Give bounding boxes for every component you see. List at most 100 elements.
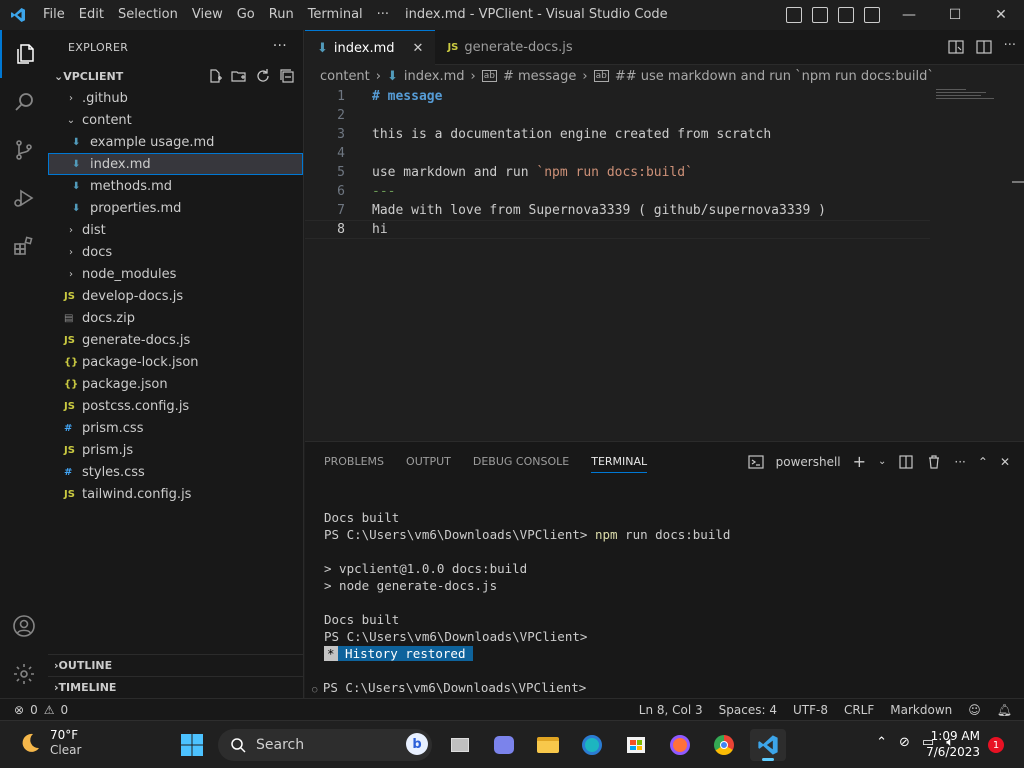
menu-item[interactable]: Go — [230, 0, 262, 30]
code-line[interactable]: 2 — [305, 106, 1005, 125]
toggle-panel-icon[interactable] — [812, 7, 828, 23]
outline-section[interactable]: › OUTLINE — [48, 654, 304, 676]
firefox-icon[interactable] — [662, 729, 698, 761]
file-item[interactable]: JS postcss.config.js — [48, 395, 303, 417]
kill-terminal-icon[interactable] — [926, 454, 942, 470]
problems-indicator[interactable]: ⊗ 0 ⚠ 0 — [0, 703, 68, 717]
code-line[interactable]: 3 this is a documentation engine created … — [305, 125, 1005, 144]
tab-generate-docs-js[interactable]: JS generate-docs.js — [435, 30, 584, 65]
file-item[interactable]: ⬇ properties.md — [48, 197, 303, 219]
code-line[interactable]: 8 hi — [305, 220, 930, 239]
chevron-up-icon[interactable]: ⌃ — [876, 735, 887, 750]
notification-badge[interactable]: 1 — [988, 737, 1004, 753]
file-item[interactable]: ⬇ example usage.md — [48, 131, 303, 153]
file-explorer-icon[interactable] — [530, 729, 566, 761]
file-item[interactable]: {} package.json — [48, 373, 303, 395]
feedback-icon[interactable]: ☺ — [968, 703, 981, 717]
chrome-icon[interactable] — [706, 729, 742, 761]
microsoft-store-icon[interactable] — [618, 729, 654, 761]
task-view-icon[interactable] — [442, 729, 478, 761]
teams-meet-icon[interactable] — [486, 729, 522, 761]
bell-icon[interactable]: 🔔︎ — [997, 703, 1012, 717]
folder-item[interactable]: › docs — [48, 241, 303, 263]
more-actions-icon[interactable]: ··· — [954, 455, 965, 469]
minimize-button[interactable]: — — [886, 0, 932, 30]
menu-item[interactable]: Selection — [111, 0, 185, 30]
weather-widget[interactable]: 70°F Clear — [18, 728, 81, 758]
close-panel-icon[interactable]: ✕ — [1000, 455, 1010, 469]
file-item[interactable]: # styles.css — [48, 461, 303, 483]
menu-item[interactable]: View — [185, 0, 230, 30]
folder-item[interactable]: › .github — [48, 87, 303, 109]
panel-tab[interactable]: PROBLEMS — [324, 455, 384, 468]
folder-item[interactable]: ⌄ content — [48, 109, 303, 131]
menu-item[interactable]: Terminal — [301, 0, 370, 30]
new-folder-icon[interactable] — [231, 68, 247, 84]
new-terminal-icon[interactable]: + — [853, 452, 866, 471]
workspace-root[interactable]: ⌄ VPCLIENT — [48, 65, 303, 87]
folder-item[interactable]: › node_modules — [48, 263, 303, 285]
toggle-secondary-sidebar-icon[interactable] — [838, 7, 854, 23]
new-file-icon[interactable] — [207, 68, 223, 84]
maximize-button[interactable]: ☐ — [932, 0, 978, 30]
folder-item[interactable]: › dist — [48, 219, 303, 241]
file-item[interactable]: {} package-lock.json — [48, 351, 303, 373]
file-item[interactable]: JS develop-docs.js — [48, 285, 303, 307]
panel-tab[interactable]: TERMINAL — [591, 455, 648, 473]
close-tab-icon[interactable]: ✕ — [413, 41, 424, 56]
edge-icon[interactable] — [574, 729, 610, 761]
toggle-primary-sidebar-icon[interactable] — [786, 7, 802, 23]
code-line[interactable]: 6 --- — [305, 182, 1005, 201]
line-ending[interactable]: CRLF — [844, 703, 874, 717]
breadcrumb-heading-1[interactable]: # message — [503, 69, 576, 84]
menu-item[interactable]: ··· — [370, 0, 396, 30]
file-item[interactable]: JS prism.js — [48, 439, 303, 461]
customize-layout-icon[interactable] — [864, 7, 880, 23]
settings-gear-icon[interactable] — [0, 650, 48, 698]
search-icon[interactable] — [0, 78, 48, 126]
terminal-current-prompt[interactable]: ○ PS C:\Users\vm6\Downloads\VPClient> — [312, 680, 586, 695]
file-item[interactable]: JS tailwind.config.js — [48, 483, 303, 505]
explorer-icon[interactable] — [0, 30, 48, 78]
source-control-icon[interactable] — [0, 126, 48, 174]
menu-item[interactable]: Run — [262, 0, 301, 30]
breadcrumb-heading-2[interactable]: ## use markdown and run `npm run docs:bu… — [615, 69, 934, 84]
run-debug-icon[interactable] — [0, 174, 48, 222]
tab-index-md[interactable]: ⬇ index.md ✕ — [305, 30, 436, 65]
language-mode[interactable]: Markdown — [890, 703, 952, 717]
maximize-panel-icon[interactable]: ⌃ — [978, 455, 988, 469]
breadcrumb-folder[interactable]: content — [320, 69, 370, 84]
taskbar-search[interactable]: Search b — [218, 729, 432, 761]
clock[interactable]: 1:09 AM 7/6/2023 — [926, 728, 980, 760]
more-actions-icon[interactable]: ··· — [1004, 39, 1016, 55]
collapse-all-icon[interactable] — [279, 68, 295, 84]
file-item[interactable]: ⬇ index.md — [48, 153, 303, 175]
network-off-icon[interactable]: ⊘ — [899, 735, 910, 750]
code-line[interactable]: 5 use markdown and run `npm run docs:buil… — [305, 163, 1005, 182]
file-item[interactable]: ▤ docs.zip — [48, 307, 303, 329]
panel-tab[interactable]: OUTPUT — [406, 455, 451, 468]
editor-scrollbar[interactable] — [1012, 181, 1024, 183]
terminal-output[interactable]: Docs built PS C:\Users\vm6\Downloads\VPC… — [324, 509, 730, 662]
code-line[interactable]: 7 Made with love from Supernova3339 ( git… — [305, 201, 1005, 220]
file-item[interactable]: JS generate-docs.js — [48, 329, 303, 351]
code-line[interactable]: 1 # message — [305, 87, 1005, 106]
code-line[interactable]: 4 — [305, 144, 1005, 163]
minimap[interactable] — [936, 89, 996, 103]
cursor-position[interactable]: Ln 8, Col 3 — [639, 703, 703, 717]
accounts-icon[interactable] — [0, 602, 48, 650]
breadcrumb-file[interactable]: index.md — [404, 69, 465, 84]
timeline-section[interactable]: › TIMELINE — [48, 676, 304, 698]
close-window-button[interactable]: ✕ — [978, 0, 1024, 30]
code-editor[interactable]: 1 # message 2 3 this is a documentation engi… — [305, 87, 1024, 441]
panel-tab[interactable]: DEBUG CONSOLE — [473, 455, 569, 468]
split-editor-icon[interactable] — [975, 39, 992, 55]
open-preview-to-side-icon[interactable] — [947, 39, 964, 55]
file-item[interactable]: # prism.css — [48, 417, 303, 439]
split-terminal-icon[interactable] — [898, 454, 914, 470]
terminal-shell-label[interactable]: powershell — [776, 455, 841, 469]
indentation[interactable]: Spaces: 4 — [719, 703, 777, 717]
file-item[interactable]: ⬇ methods.md — [48, 175, 303, 197]
start-button[interactable] — [180, 733, 204, 761]
more-actions-icon[interactable]: ··· — [273, 38, 287, 54]
